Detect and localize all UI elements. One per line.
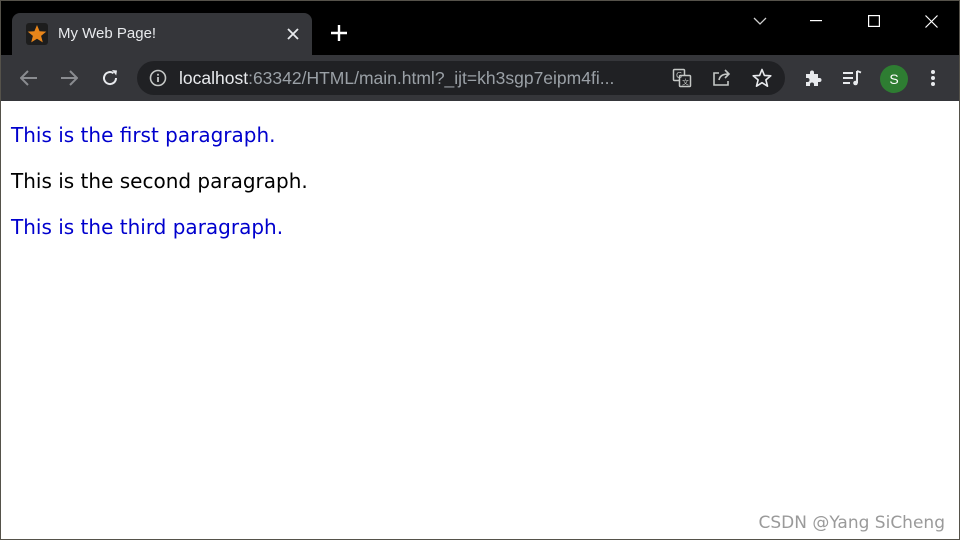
reading-list-icon[interactable] bbox=[836, 62, 868, 94]
translate-icon[interactable]: G 文 bbox=[669, 66, 695, 90]
star-icon bbox=[26, 23, 48, 45]
kebab-menu-icon[interactable] bbox=[917, 62, 949, 94]
url-host: localhost bbox=[179, 69, 249, 88]
close-window-icon[interactable] bbox=[908, 5, 954, 37]
avatar-initial: S bbox=[889, 71, 899, 87]
maximize-icon[interactable] bbox=[851, 5, 897, 37]
watermark: CSDN @Yang SiCheng bbox=[758, 513, 946, 533]
address-bar[interactable]: localhost:63342/HTML/main.html?_ijt=kh3s… bbox=[137, 61, 785, 95]
info-icon[interactable] bbox=[149, 69, 167, 87]
page-content: This is the first paragraph. This is the… bbox=[1, 101, 959, 539]
back-arrow-icon[interactable] bbox=[13, 62, 45, 94]
browser-window: My Web Page! localhost:63342/HTML/main.h… bbox=[0, 0, 960, 540]
star-outline-icon[interactable] bbox=[749, 66, 775, 90]
avatar[interactable]: S bbox=[880, 65, 908, 93]
tab-active[interactable]: My Web Page! bbox=[12, 13, 312, 55]
minimize-icon[interactable] bbox=[793, 5, 839, 37]
chevron-down-icon[interactable] bbox=[737, 5, 783, 37]
forward-arrow-icon[interactable] bbox=[53, 62, 85, 94]
paragraph-third: This is the third paragraph. bbox=[11, 215, 284, 239]
toolbar: localhost:63342/HTML/main.html?_ijt=kh3s… bbox=[1, 55, 959, 101]
tab-title: My Web Page! bbox=[58, 25, 157, 42]
svg-text:文: 文 bbox=[682, 78, 689, 87]
url-rest: :63342/HTML/main.html?_ijt=kh3sgp7eipm4f… bbox=[248, 69, 615, 88]
share-icon[interactable] bbox=[709, 66, 735, 90]
close-icon[interactable] bbox=[282, 23, 304, 45]
plus-icon[interactable] bbox=[325, 19, 353, 47]
tab-strip: My Web Page! bbox=[1, 1, 959, 55]
url-text[interactable]: localhost:63342/HTML/main.html?_ijt=kh3s… bbox=[179, 69, 657, 88]
paragraph-second: This is the second paragraph. bbox=[11, 169, 308, 193]
reload-icon[interactable] bbox=[94, 62, 126, 94]
puzzle-icon[interactable] bbox=[797, 62, 829, 94]
paragraph-first: This is the first paragraph. bbox=[11, 123, 276, 147]
